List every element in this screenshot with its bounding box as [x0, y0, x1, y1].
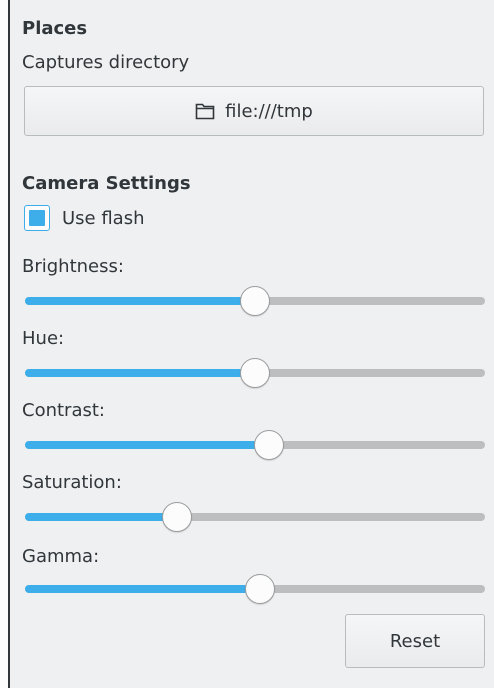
contrast-label: Contrast: [22, 400, 105, 421]
slider-fill [25, 369, 255, 377]
window-left-edge [0, 0, 10, 688]
camera-settings-panel: Places Captures directory file:///tmp Ca… [10, 0, 494, 688]
slider-handle[interactable] [240, 358, 270, 388]
captures-directory-value: file:///tmp [225, 100, 313, 122]
captures-directory-label: Captures directory [22, 52, 190, 73]
slider-fill [25, 513, 177, 521]
slider-handle[interactable] [244, 574, 275, 604]
folder-icon [195, 102, 215, 120]
places-heading: Places [22, 18, 88, 39]
hue-label: Hue: [22, 328, 65, 349]
contrast-slider[interactable] [25, 430, 485, 460]
use-flash-label: Use flash [62, 207, 145, 229]
saturation-label: Saturation: [22, 472, 122, 493]
slider-handle[interactable] [161, 502, 192, 532]
slider-fill [25, 441, 269, 449]
brightness-label: Brightness: [22, 256, 124, 277]
use-flash-option[interactable]: Use flash [24, 205, 145, 231]
checkbox-checked-indicator [29, 210, 45, 226]
brightness-slider[interactable] [25, 286, 485, 316]
gamma-label: Gamma: [22, 546, 100, 567]
slider-fill [25, 585, 260, 593]
captures-directory-button[interactable]: file:///tmp [24, 86, 484, 136]
slider-handle[interactable] [240, 286, 270, 316]
slider-handle[interactable] [253, 430, 284, 460]
saturation-slider[interactable] [25, 502, 485, 532]
slider-fill [25, 297, 255, 305]
reset-button[interactable]: Reset [345, 614, 485, 668]
use-flash-checkbox[interactable] [24, 205, 50, 231]
camera-settings-heading: Camera Settings [22, 173, 191, 194]
gamma-slider[interactable] [25, 574, 485, 604]
hue-slider[interactable] [25, 358, 485, 388]
